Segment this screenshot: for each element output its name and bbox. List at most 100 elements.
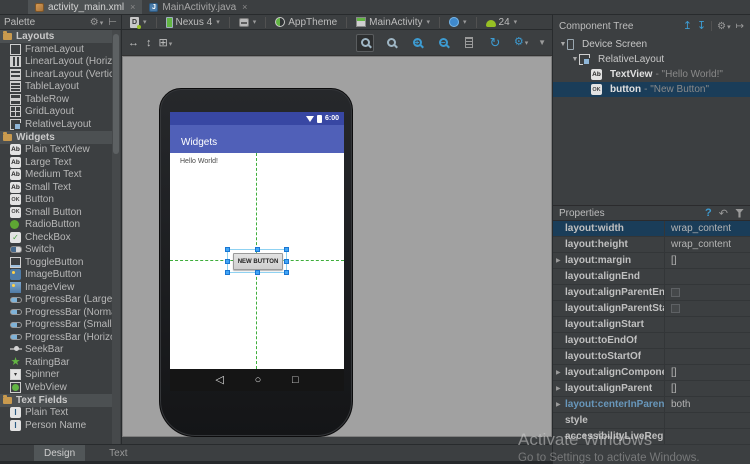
resize-handle-s[interactable] [255, 270, 260, 275]
property-row-layout-alignstart[interactable]: layout:alignStart [553, 317, 750, 333]
locale-selector[interactable]: ▾ [447, 17, 469, 27]
expand-all-icon[interactable]: ↥ [683, 20, 692, 32]
tree-node-device-screen[interactable]: ▼ Device Screen [553, 37, 750, 52]
palette-item-webview[interactable]: WebView [0, 381, 112, 394]
property-value-cell[interactable] [665, 429, 750, 444]
expand-arrow-icon[interactable]: ▶ [556, 257, 565, 264]
property-row-layout-centerinparent[interactable]: ▶ layout:centerInParent both [553, 397, 750, 413]
property-value-cell[interactable]: wrap_content [665, 221, 750, 236]
snap-grid-icon[interactable]: ⊞▾ [159, 36, 173, 49]
palette-item-progressbar-large[interactable]: ProgressBar (Large) [0, 294, 112, 307]
filter-icon[interactable] [735, 208, 744, 218]
palette-item-togglebutton[interactable]: ToggleButton [0, 256, 112, 269]
palette-item-imageview[interactable]: ImageView [0, 281, 112, 294]
hide-panel-icon[interactable]: ↦ [736, 21, 744, 32]
tree-node-relativelayout[interactable]: ▼ RelativeLayout [553, 52, 750, 67]
tree-node-textview[interactable]: TextView- "Hello World!" [553, 67, 750, 82]
restore-defaults-icon[interactable]: ↶ [719, 207, 728, 220]
api-version-selector[interactable]: 24 ▾ [484, 17, 520, 28]
new-button-widget[interactable]: NEW BUTTON [233, 253, 283, 270]
property-row-layout-alignparentend[interactable]: layout:alignParentEnd [553, 285, 750, 301]
palette-item-checkbox[interactable]: CheckBox [0, 231, 112, 244]
activity-selector[interactable]: MainActivity ▾ [354, 17, 432, 28]
palette-item-framelayout[interactable]: FrameLayout [0, 43, 112, 56]
property-row-layout-alignend[interactable]: layout:alignEnd [553, 269, 750, 285]
palette-scrollbar[interactable] [112, 30, 120, 444]
zoom-out-button[interactable]: − [434, 34, 452, 52]
property-row-style[interactable]: style [553, 413, 750, 429]
property-row-layout-aligncomponent[interactable]: ▶layout:alignComponent [] [553, 365, 750, 381]
selection-box[interactable]: NEW BUTTON [225, 247, 289, 275]
property-value-cell[interactable] [665, 333, 750, 348]
palette-item-spinner[interactable]: Spinner [0, 369, 112, 382]
editor-mode-tab-design[interactable]: Design [34, 445, 86, 461]
property-row-layout-height[interactable]: layout:height wrap_content [553, 237, 750, 253]
palette-item-radiobutton[interactable]: RadioButton [0, 219, 112, 232]
palette-section-text-fields[interactable]: Text Fields [0, 393, 112, 407]
palette-item-progressbar-horizontal[interactable]: ProgressBar (Horizontal) [0, 331, 112, 344]
resize-handle-se[interactable] [284, 270, 289, 275]
property-value-cell[interactable]: [] [665, 253, 750, 268]
collapse-all-icon[interactable]: ↧ [697, 20, 706, 32]
palette-item-relativelayout[interactable]: RelativeLayout [0, 118, 112, 131]
resize-handle-nw[interactable] [225, 247, 230, 252]
palette-item-tablerow[interactable]: TableRow [0, 93, 112, 106]
property-value-cell[interactable] [665, 349, 750, 364]
property-value-cell[interactable] [665, 269, 750, 284]
design-variant-button[interactable]: D ▾ [128, 16, 149, 29]
palette-pin-icon[interactable]: ⊢ [108, 17, 117, 28]
layout-variants-button[interactable] [460, 34, 478, 52]
palette-item-ratingbar[interactable]: RatingBar [0, 356, 112, 369]
expand-arrow-icon[interactable]: ▶ [556, 401, 565, 408]
property-value-cell[interactable]: wrap_content [665, 237, 750, 252]
zoom-in-button[interactable]: + [408, 34, 426, 52]
expand-arrow-icon[interactable]: ▶ [556, 385, 565, 392]
device-selector[interactable]: Nexus 4 ▾ [164, 16, 222, 28]
device-screen[interactable]: 6:00 Widgets Hello World! NEW BUTTON ◁ ○… [170, 112, 344, 391]
property-value-cell[interactable] [665, 317, 750, 332]
palette-item-small-text[interactable]: Small Text [0, 181, 112, 194]
palette-item-button[interactable]: Button [0, 194, 112, 207]
palette-item-linearlayout-vertical[interactable]: LinearLayout (Vertical) [0, 68, 112, 81]
center-horizontal-icon[interactable]: ↔ [128, 37, 139, 49]
property-row-layout-margin[interactable]: ▶ layout:margin [] [553, 253, 750, 269]
property-value-cell[interactable]: [] [665, 365, 750, 380]
palette-item-progressbar-normal[interactable]: ProgressBar (Normal) [0, 306, 112, 319]
close-icon[interactable]: × [130, 2, 135, 12]
resize-handle-sw[interactable] [225, 270, 230, 275]
palette-item-large-text[interactable]: Large Text [0, 156, 112, 169]
close-icon[interactable]: × [242, 2, 247, 12]
property-row-layout-alignparent[interactable]: ▶ layout:alignParent [] [553, 381, 750, 397]
resize-handle-n[interactable] [255, 247, 260, 252]
checkbox[interactable] [671, 288, 680, 297]
tree-settings-gear-icon[interactable]: ⚙▾ [717, 21, 730, 32]
resize-handle-e[interactable] [284, 259, 289, 264]
tree-node-button[interactable]: button- "New Button" [553, 82, 750, 97]
palette-item-gridlayout[interactable]: GridLayout [0, 106, 112, 119]
palette-settings-gear-icon[interactable]: ⚙▾ [90, 17, 103, 28]
checkbox[interactable] [671, 304, 680, 313]
property-value-cell[interactable] [665, 301, 750, 316]
palette-item-linearlayout-horizontal[interactable]: LinearLayout (Horizontal) [0, 56, 112, 69]
palette-item-plain-text[interactable]: Plain Text [0, 407, 112, 420]
palette-item-imagebutton[interactable]: ImageButton [0, 269, 112, 282]
expander-icon[interactable]: ▼ [559, 41, 567, 48]
palette-item-seekbar[interactable]: SeekBar [0, 344, 112, 357]
property-value-cell[interactable]: both [665, 397, 750, 412]
textview-hello-world[interactable]: Hello World! [180, 158, 218, 165]
help-icon[interactable]: ? [705, 207, 712, 219]
collapse-panel-icon[interactable]: ▼ [538, 38, 546, 47]
tab-mainactivity-java[interactable]: J MainActivity.java × [142, 0, 254, 14]
render-options-button[interactable]: ⚙ ▾ [512, 34, 530, 52]
palette-item-small-button[interactable]: Small Button [0, 206, 112, 219]
zoom-actual-size-button[interactable] [382, 34, 400, 52]
resize-handle-ne[interactable] [284, 247, 289, 252]
property-row-accessibilityliveregion[interactable]: accessibilityLiveRegion [553, 429, 750, 445]
center-vertical-icon[interactable]: ↕ [146, 37, 152, 49]
scrollbar-thumb[interactable] [113, 34, 119, 154]
property-value-cell[interactable] [665, 285, 750, 300]
palette-item-tablelayout[interactable]: TableLayout [0, 81, 112, 94]
property-row-layout-width[interactable]: layout:width wrap_content [553, 221, 750, 237]
expand-arrow-icon[interactable]: ▶ [556, 369, 565, 376]
editor-mode-tab-text[interactable]: Text [99, 445, 137, 461]
